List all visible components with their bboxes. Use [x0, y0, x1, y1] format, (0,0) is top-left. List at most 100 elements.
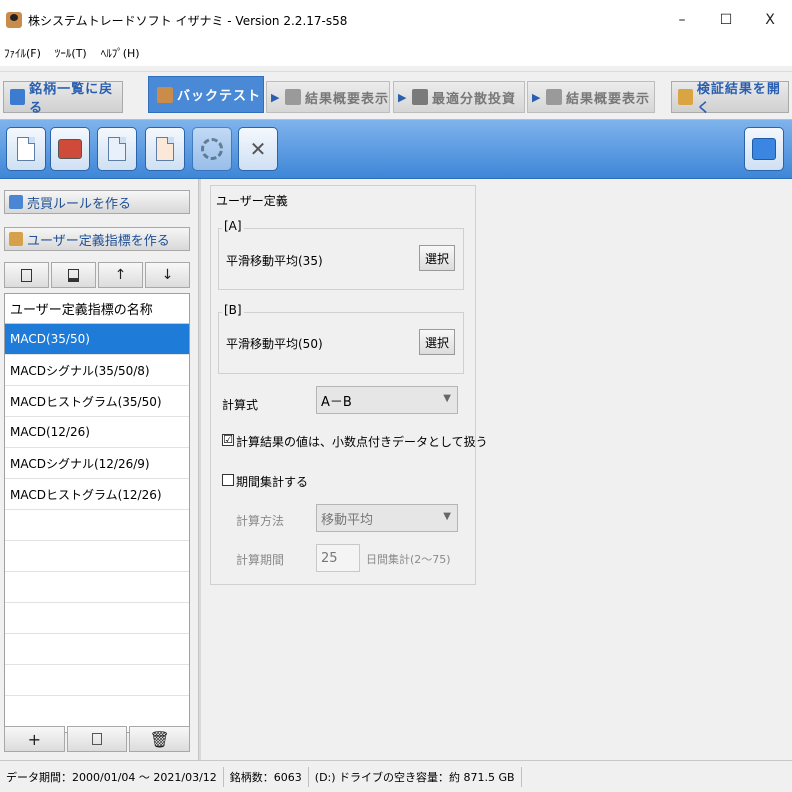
tab-summary-1-label: 結果概要表示	[305, 91, 390, 107]
menu-file[interactable]: ﾌｧｲﾙ(F)	[4, 45, 41, 61]
group-a-label: [A]	[222, 219, 244, 233]
printer-icon	[58, 139, 82, 159]
tab-optimize-label: 最適分散投資	[432, 91, 517, 107]
exit-icon	[752, 138, 776, 160]
menu-tools[interactable]: ﾂｰﾙ(T)	[55, 45, 87, 61]
decimal-checkbox[interactable]: ☑	[222, 434, 234, 446]
list-item[interactable]: MACD(35/50)	[5, 324, 189, 355]
chart-icon	[285, 89, 301, 105]
list-item[interactable]: MACDヒストグラム(12/26)	[5, 479, 189, 510]
tab-summary-1[interactable]: ▶ 結果概要表示	[266, 81, 390, 113]
move-up-button[interactable]: ↑	[98, 262, 143, 288]
select-a-button[interactable]: 選択	[419, 245, 455, 271]
empty-row	[5, 634, 189, 665]
tab-summary-2-label: 結果概要表示	[566, 91, 651, 107]
method-select[interactable]: 移動平均 ▼	[316, 504, 458, 532]
save-button[interactable]	[4, 262, 49, 288]
formula-label: 計算式	[222, 398, 259, 412]
print-button[interactable]	[50, 127, 90, 171]
formula-select[interactable]: A－B ▼	[316, 386, 458, 414]
settings-button[interactable]	[192, 127, 232, 171]
title-bar: 株システムトレードソフト イザナミ - Version 2.2.17-s58 –…	[0, 0, 792, 40]
new-document-icon	[17, 137, 35, 161]
period-label: 計算期間	[236, 553, 285, 567]
empty-row	[5, 510, 189, 541]
select-b-button[interactable]: 選択	[419, 329, 455, 355]
period-unit: 日間集計(2～75)	[366, 553, 451, 566]
tab-open-results[interactable]: 検証結果を開く	[671, 81, 789, 116]
add-button[interactable]: +	[4, 726, 65, 752]
move-down-button[interactable]: ↓	[145, 262, 190, 288]
stock-list-icon	[10, 89, 26, 105]
indicator-icon	[9, 232, 23, 246]
make-indicator-button[interactable]: ユーザー定義指標を作る	[4, 227, 190, 251]
group-title: ユーザー定義	[214, 192, 290, 209]
window-title: 株システムトレードソフト イザナミ - Version 2.2.17-s58	[28, 13, 348, 28]
list-item[interactable]: MACDシグナル(12/26/9)	[5, 448, 189, 479]
tab-backtest[interactable]: バックテスト	[148, 76, 264, 113]
menu-bar: ﾌｧｲﾙ(F) ﾂｰﾙ(T) ﾍﾙﾌﾟ(H)	[0, 40, 792, 66]
arrow-icon: ▶	[532, 90, 542, 104]
make-rule-label: 売買ルールを作る	[27, 196, 132, 212]
list-edit-actions: + 🗑	[4, 726, 191, 752]
period-input[interactable]: 25	[316, 544, 360, 572]
app-window: 株システムトレードソフト イザナミ - Version 2.2.17-s58 –…	[0, 0, 792, 792]
import-button[interactable]	[145, 127, 185, 171]
decimal-check-label: 計算結果の値は、小数点付きデータとして扱う	[236, 435, 488, 449]
copy-button[interactable]	[66, 726, 128, 752]
b-value: 平滑移動平均(50)	[226, 337, 323, 351]
new-button[interactable]	[6, 127, 46, 171]
exit-button[interactable]	[744, 127, 784, 171]
chevron-down-icon: ▼	[443, 393, 451, 404]
save-as-button[interactable]	[51, 262, 96, 288]
menu-help[interactable]: ﾍﾙﾌﾟ(H)	[101, 45, 140, 61]
method-value: 移動平均	[321, 512, 374, 528]
tab-optimize[interactable]: ▶ 最適分散投資	[393, 81, 525, 113]
period-check-label: 期間集計する	[236, 475, 309, 489]
make-indicator-label: ユーザー定義指標を作る	[27, 233, 170, 249]
tools-button[interactable]: ✕	[238, 127, 278, 171]
save-as-icon	[68, 268, 79, 282]
list-actions: ↑ ↓	[4, 262, 190, 290]
list-item[interactable]: MACD(12/26)	[5, 417, 189, 448]
splitter[interactable]	[198, 179, 201, 760]
formula-value: A－B	[321, 394, 352, 410]
tab-backtest-label: バックテスト	[177, 89, 262, 104]
gear-icon	[201, 138, 223, 160]
tab-back-to-list[interactable]: 銘柄一覧に戻る	[3, 81, 123, 116]
a-value: 平滑移動平均(35)	[226, 254, 323, 268]
minimize-button[interactable]: –	[660, 0, 704, 40]
tab-back-label: 銘柄一覧に戻る	[29, 82, 114, 116]
delete-button[interactable]: 🗑	[129, 726, 191, 752]
list-item[interactable]: MACDヒストグラム(35/50)	[5, 386, 189, 417]
bar-chart-icon	[546, 89, 562, 105]
list-item[interactable]: MACDシグナル(35/50/8)	[5, 355, 189, 386]
wrench-icon: ✕	[249, 137, 267, 161]
make-rule-button[interactable]: 売買ルールを作る	[4, 190, 190, 214]
save-icon	[21, 268, 32, 282]
empty-row	[5, 541, 189, 572]
list-header: ユーザー定義指標の名称	[5, 294, 189, 324]
copy-icon	[92, 733, 102, 745]
toolbar: ✕	[0, 119, 792, 179]
empty-row	[5, 572, 189, 603]
indicator-list: ユーザー定義指標の名称 MACD(35/50) MACDシグナル(35/50/8…	[4, 293, 190, 733]
chevron-down-icon: ▼	[443, 511, 451, 522]
status-data-period: データ期間：2000/01/04 ～ 2021/03/12	[0, 766, 224, 787]
export-icon	[108, 137, 126, 161]
rule-icon	[9, 195, 23, 209]
export-button[interactable]	[97, 127, 137, 171]
backtest-icon	[157, 86, 173, 103]
maximize-button[interactable]: ☐	[704, 0, 748, 40]
empty-row	[5, 603, 189, 634]
period-checkbox[interactable]	[222, 474, 234, 486]
close-button[interactable]: X	[748, 0, 792, 40]
status-disk-space: (D:) ドライブの空き容量：約 871.5 GB	[309, 766, 522, 787]
tab-open-label: 検証結果を開く	[696, 82, 781, 116]
tab-summary-2[interactable]: ▶ 結果概要表示	[527, 81, 655, 113]
app-icon	[6, 12, 22, 28]
arrow-icon: ▶	[271, 90, 281, 104]
arrow-icon: ▶	[398, 90, 408, 104]
tab-bar: 銘柄一覧に戻る バックテスト ▶ 結果概要表示 ▶ 最適分散投資 ▶ 結果概要表…	[0, 71, 792, 119]
status-stock-count: 銘柄数：6063	[224, 766, 309, 787]
